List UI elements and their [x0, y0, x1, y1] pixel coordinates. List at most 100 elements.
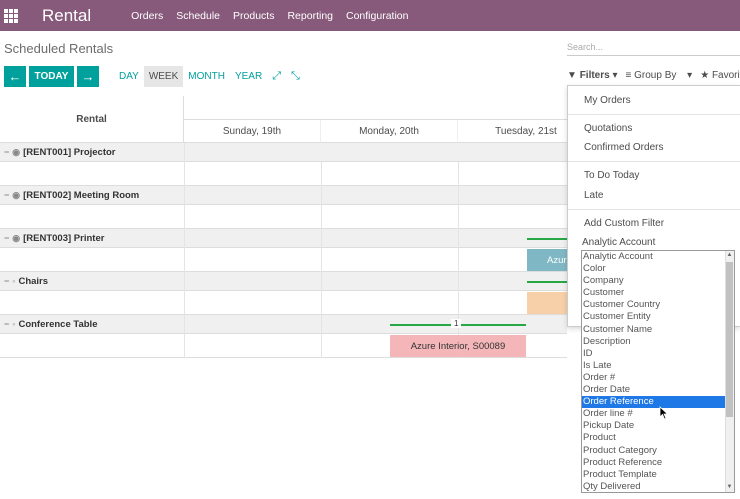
divider: [568, 161, 740, 162]
grid-line: [458, 162, 459, 358]
rental-pill[interactable]: Azure Interior, S00089: [390, 335, 526, 357]
scale-month[interactable]: MONTH: [183, 66, 230, 87]
field-option[interactable]: Qty Delivered: [582, 481, 734, 492]
field-option[interactable]: ID: [582, 348, 734, 360]
add-custom-filter[interactable]: Add Custom Filter: [584, 218, 664, 229]
scale-day[interactable]: DAY: [114, 66, 144, 87]
app-brand[interactable]: Rental: [42, 6, 91, 26]
navigation-buttons: ← TODAY →: [4, 66, 102, 87]
product-icon: ◉: [12, 146, 21, 157]
scroll-up-icon[interactable]: ▲: [726, 251, 733, 260]
field-option[interactable]: Product Reference: [582, 457, 734, 469]
scale-week[interactable]: WEEK: [143, 66, 184, 87]
filter-quotations[interactable]: Quotations: [584, 123, 632, 134]
menu-configuration[interactable]: Configuration: [346, 10, 408, 22]
menu-schedule[interactable]: Schedule: [176, 10, 220, 22]
search-input[interactable]: Search...: [567, 38, 740, 56]
gantt-group-row[interactable]: − ◉ [RENT001] Projector: [0, 143, 567, 162]
grid-line: [184, 143, 185, 358]
collapse-icon[interactable]: −: [4, 319, 9, 329]
consolidation-bar: [527, 281, 567, 284]
collapse-icon[interactable]: −: [4, 190, 9, 200]
prev-button[interactable]: ←: [4, 66, 26, 87]
gantt-group-row[interactable]: − ◉ [RENT003] Printer: [0, 229, 567, 248]
group-label: Chairs: [18, 275, 49, 287]
rental-pill[interactable]: [527, 292, 567, 314]
main-menu: Orders Schedule Products Reporting Confi…: [131, 10, 421, 22]
scroll-down-icon[interactable]: ▼: [726, 483, 733, 492]
field-option[interactable]: Product Template: [582, 469, 734, 481]
today-button[interactable]: TODAY: [29, 66, 74, 87]
custom-filter-field-select[interactable]: Analytic Account: [582, 237, 740, 248]
menu-reporting[interactable]: Reporting: [287, 10, 333, 22]
selected-field: Analytic Account: [582, 237, 656, 248]
field-option[interactable]: Analytic Account: [582, 251, 734, 263]
gantt-row[interactable]: [0, 291, 567, 315]
filters-toggle[interactable]: ▼ Filters ▾: [567, 70, 618, 81]
page-title: Scheduled Rentals: [4, 41, 114, 56]
mouse-cursor-icon: [659, 406, 669, 420]
top-navbar: Rental Orders Schedule Products Reportin…: [0, 0, 740, 31]
filter-to-do-today[interactable]: To Do Today: [584, 170, 639, 181]
gantt-header-label: Rental: [0, 96, 184, 143]
product-icon: ◉: [12, 189, 21, 200]
collapse-rows-icon[interactable]: ⤡: [286, 66, 305, 87]
group-label: Conference Table: [18, 318, 98, 330]
consolidation-count: 1: [451, 319, 462, 328]
collapse-icon[interactable]: −: [4, 276, 9, 286]
scale-selector: DAY WEEK MONTH YEAR ⤢ ⤡: [114, 66, 305, 87]
field-option[interactable]: Order #: [582, 372, 734, 384]
field-option[interactable]: Product: [582, 432, 734, 444]
gantt-row[interactable]: [0, 248, 567, 272]
field-option[interactable]: Description: [582, 336, 734, 348]
gantt-row[interactable]: [0, 205, 567, 229]
group-label: [RENT002] Meeting Room: [23, 189, 140, 201]
field-option[interactable]: Is Late: [582, 360, 734, 372]
product-icon: ◉: [12, 232, 21, 243]
field-options-listbox[interactable]: Analytic Account Color Company Customer …: [581, 250, 735, 493]
gantt-group-row[interactable]: − ◉ [RENT002] Meeting Room: [0, 186, 567, 205]
apps-menu-icon[interactable]: [4, 8, 18, 23]
product-icon: ◦: [12, 276, 16, 286]
menu-orders[interactable]: Orders: [131, 10, 163, 22]
product-icon: ◦: [12, 319, 16, 329]
collapse-icon[interactable]: −: [4, 233, 9, 243]
expand-rows-icon[interactable]: ⤢: [267, 66, 286, 87]
field-option[interactable]: Color: [582, 263, 734, 275]
consolidation-bar: 1: [390, 319, 526, 328]
scrollbar-thumb[interactable]: [726, 262, 733, 417]
divider: [568, 114, 740, 115]
group-label: [RENT001] Projector: [23, 146, 116, 158]
consolidation-bar: [527, 238, 567, 241]
gantt-header-range: [184, 96, 567, 120]
grid-line: [321, 162, 322, 358]
divider: [568, 209, 740, 210]
field-option[interactable]: Order Date: [582, 384, 734, 396]
field-option[interactable]: Customer Name: [582, 324, 734, 336]
next-button[interactable]: →: [77, 66, 99, 87]
field-option[interactable]: Order line #: [582, 408, 734, 420]
filter-confirmed-orders[interactable]: Confirmed Orders: [584, 142, 663, 153]
filter-my-orders[interactable]: My Orders: [584, 95, 631, 106]
search-options: ▼ Filters ▾ ≡ Group By ▾ ★ Favorite: [567, 70, 740, 81]
field-option[interactable]: Customer Entity: [582, 311, 734, 323]
field-option[interactable]: Product Category: [582, 445, 734, 457]
menu-products[interactable]: Products: [233, 10, 274, 22]
gantt-day-header: Monday, 20th: [321, 120, 458, 143]
field-option[interactable]: Customer: [582, 287, 734, 299]
group-by-toggle[interactable]: ≡ Group By ▾: [626, 70, 693, 81]
gantt-group-row[interactable]: − ◦ Chairs: [0, 272, 567, 291]
listbox-scrollbar[interactable]: ▲ ▼: [725, 251, 734, 492]
collapse-icon[interactable]: −: [4, 147, 9, 157]
gantt-day-header: Sunday, 19th: [184, 120, 321, 143]
field-option-highlighted[interactable]: Order Reference: [582, 396, 734, 409]
gantt-row[interactable]: [0, 162, 567, 186]
scale-year[interactable]: YEAR: [230, 66, 267, 87]
field-option[interactable]: Company: [582, 275, 734, 287]
favorites-toggle[interactable]: ★ Favorite: [700, 70, 740, 81]
rental-pill[interactable]: Azur: [527, 249, 567, 271]
field-option[interactable]: Pickup Date: [582, 420, 734, 432]
filter-late[interactable]: Late: [584, 190, 603, 201]
group-label: [RENT003] Printer: [23, 232, 105, 244]
field-option[interactable]: Customer Country: [582, 299, 734, 311]
